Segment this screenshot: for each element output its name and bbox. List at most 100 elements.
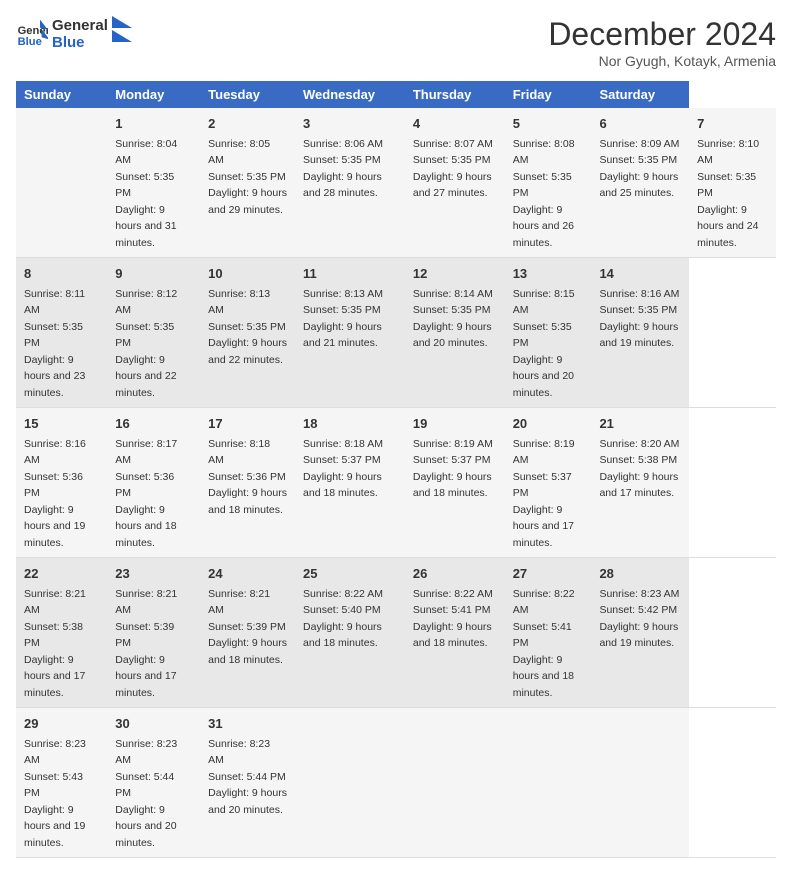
calendar-table: SundayMondayTuesdayWednesdayThursdayFrid… (16, 81, 776, 858)
calendar-cell: 21 Sunrise: 8:20 AMSunset: 5:38 PMDaylig… (591, 408, 689, 558)
calendar-subtitle: Nor Gyugh, Kotayk, Armenia (548, 53, 776, 69)
calendar-cell: 29 Sunrise: 8:23 AMSunset: 5:43 PMDaylig… (16, 708, 107, 858)
header-day: Saturday (591, 81, 689, 108)
day-info: Sunrise: 8:14 AMSunset: 5:35 PMDaylight:… (413, 288, 493, 350)
header-day: Wednesday (295, 81, 405, 108)
day-number: 9 (115, 264, 192, 284)
calendar-cell: 31 Sunrise: 8:23 AMSunset: 5:44 PMDaylig… (200, 708, 295, 858)
day-info: Sunrise: 8:22 AMSunset: 5:40 PMDaylight:… (303, 588, 383, 650)
day-number: 14 (599, 264, 681, 284)
day-number: 17 (208, 414, 287, 434)
calendar-cell: 26 Sunrise: 8:22 AMSunset: 5:41 PMDaylig… (405, 558, 505, 708)
day-info: Sunrise: 8:23 AMSunset: 5:44 PMDaylight:… (208, 738, 287, 816)
day-info: Sunrise: 8:18 AMSunset: 5:36 PMDaylight:… (208, 438, 287, 516)
calendar-cell: 8 Sunrise: 8:11 AMSunset: 5:35 PMDayligh… (16, 258, 107, 408)
day-number: 11 (303, 264, 397, 284)
svg-text:Blue: Blue (18, 36, 42, 48)
day-info: Sunrise: 8:19 AMSunset: 5:37 PMDaylight:… (413, 438, 493, 500)
calendar-week-row: 8 Sunrise: 8:11 AMSunset: 5:35 PMDayligh… (16, 258, 776, 408)
calendar-cell: 25 Sunrise: 8:22 AMSunset: 5:40 PMDaylig… (295, 558, 405, 708)
calendar-body: 1 Sunrise: 8:04 AMSunset: 5:35 PMDayligh… (16, 108, 776, 858)
calendar-cell: 2 Sunrise: 8:05 AMSunset: 5:35 PMDayligh… (200, 108, 295, 258)
calendar-header: SundayMondayTuesdayWednesdayThursdayFrid… (16, 81, 776, 108)
calendar-cell: 6 Sunrise: 8:09 AMSunset: 5:35 PMDayligh… (591, 108, 689, 258)
day-number: 15 (24, 414, 99, 434)
day-number: 21 (599, 414, 681, 434)
calendar-cell: 15 Sunrise: 8:16 AMSunset: 5:36 PMDaylig… (16, 408, 107, 558)
header: General Blue General Blue December 2024 … (16, 16, 776, 69)
calendar-cell: 16 Sunrise: 8:17 AMSunset: 5:36 PMDaylig… (107, 408, 200, 558)
calendar-cell: 30 Sunrise: 8:23 AMSunset: 5:44 PMDaylig… (107, 708, 200, 858)
day-number: 8 (24, 264, 99, 284)
day-info: Sunrise: 8:22 AMSunset: 5:41 PMDaylight:… (513, 588, 575, 699)
calendar-cell: 9 Sunrise: 8:12 AMSunset: 5:35 PMDayligh… (107, 258, 200, 408)
day-info: Sunrise: 8:21 AMSunset: 5:39 PMDaylight:… (208, 588, 287, 666)
header-day: Tuesday (200, 81, 295, 108)
day-info: Sunrise: 8:07 AMSunset: 5:35 PMDaylight:… (413, 138, 493, 200)
day-number: 22 (24, 564, 99, 584)
day-number: 4 (413, 114, 497, 134)
calendar-cell: 14 Sunrise: 8:16 AMSunset: 5:35 PMDaylig… (591, 258, 689, 408)
day-number: 30 (115, 714, 192, 734)
calendar-cell: 11 Sunrise: 8:13 AMSunset: 5:35 PMDaylig… (295, 258, 405, 408)
calendar-cell: 23 Sunrise: 8:21 AMSunset: 5:39 PMDaylig… (107, 558, 200, 708)
day-info: Sunrise: 8:11 AMSunset: 5:35 PMDaylight:… (24, 288, 85, 399)
title-area: December 2024 Nor Gyugh, Kotayk, Armenia (548, 16, 776, 69)
day-number: 20 (513, 414, 584, 434)
day-info: Sunrise: 8:12 AMSunset: 5:35 PMDaylight:… (115, 288, 177, 399)
day-info: Sunrise: 8:13 AMSunset: 5:35 PMDaylight:… (208, 288, 287, 366)
day-number: 25 (303, 564, 397, 584)
day-number: 2 (208, 114, 287, 134)
day-number: 16 (115, 414, 192, 434)
calendar-cell: 24 Sunrise: 8:21 AMSunset: 5:39 PMDaylig… (200, 558, 295, 708)
calendar-cell (16, 108, 107, 258)
header-day: Friday (505, 81, 592, 108)
day-info: Sunrise: 8:23 AMSunset: 5:42 PMDaylight:… (599, 588, 679, 650)
logo: General Blue General Blue (16, 16, 132, 52)
day-info: Sunrise: 8:23 AMSunset: 5:43 PMDaylight:… (24, 738, 86, 849)
header-day: Thursday (405, 81, 505, 108)
calendar-week-row: 29 Sunrise: 8:23 AMSunset: 5:43 PMDaylig… (16, 708, 776, 858)
day-number: 29 (24, 714, 99, 734)
header-row: SundayMondayTuesdayWednesdayThursdayFrid… (16, 81, 776, 108)
logo-arrow-icon (112, 16, 132, 52)
day-info: Sunrise: 8:20 AMSunset: 5:38 PMDaylight:… (599, 438, 679, 500)
day-number: 3 (303, 114, 397, 134)
calendar-cell: 20 Sunrise: 8:19 AMSunset: 5:37 PMDaylig… (505, 408, 592, 558)
day-info: Sunrise: 8:16 AMSunset: 5:35 PMDaylight:… (599, 288, 679, 350)
day-number: 7 (697, 114, 768, 134)
calendar-cell (295, 708, 405, 858)
day-number: 24 (208, 564, 287, 584)
day-info: Sunrise: 8:10 AMSunset: 5:35 PMDaylight:… (697, 138, 759, 249)
calendar-cell: 22 Sunrise: 8:21 AMSunset: 5:38 PMDaylig… (16, 558, 107, 708)
day-info: Sunrise: 8:08 AMSunset: 5:35 PMDaylight:… (513, 138, 575, 249)
header-day: Sunday (16, 81, 107, 108)
calendar-cell: 7 Sunrise: 8:10 AMSunset: 5:35 PMDayligh… (689, 108, 776, 258)
calendar-cell: 28 Sunrise: 8:23 AMSunset: 5:42 PMDaylig… (591, 558, 689, 708)
logo-general: General (52, 17, 108, 34)
day-number: 6 (599, 114, 681, 134)
calendar-cell: 17 Sunrise: 8:18 AMSunset: 5:36 PMDaylig… (200, 408, 295, 558)
day-number: 27 (513, 564, 584, 584)
day-info: Sunrise: 8:21 AMSunset: 5:39 PMDaylight:… (115, 588, 177, 699)
calendar-title: December 2024 (548, 16, 776, 53)
calendar-cell (591, 708, 689, 858)
calendar-cell: 5 Sunrise: 8:08 AMSunset: 5:35 PMDayligh… (505, 108, 592, 258)
logo-blue: Blue (52, 34, 108, 51)
calendar-cell: 3 Sunrise: 8:06 AMSunset: 5:35 PMDayligh… (295, 108, 405, 258)
day-number: 13 (513, 264, 584, 284)
day-info: Sunrise: 8:06 AMSunset: 5:35 PMDaylight:… (303, 138, 383, 200)
calendar-week-row: 1 Sunrise: 8:04 AMSunset: 5:35 PMDayligh… (16, 108, 776, 258)
calendar-cell: 1 Sunrise: 8:04 AMSunset: 5:35 PMDayligh… (107, 108, 200, 258)
day-info: Sunrise: 8:23 AMSunset: 5:44 PMDaylight:… (115, 738, 177, 849)
day-info: Sunrise: 8:16 AMSunset: 5:36 PMDaylight:… (24, 438, 86, 549)
day-number: 28 (599, 564, 681, 584)
calendar-week-row: 22 Sunrise: 8:21 AMSunset: 5:38 PMDaylig… (16, 558, 776, 708)
calendar-cell (405, 708, 505, 858)
calendar-cell: 13 Sunrise: 8:15 AMSunset: 5:35 PMDaylig… (505, 258, 592, 408)
day-number: 5 (513, 114, 584, 134)
day-info: Sunrise: 8:21 AMSunset: 5:38 PMDaylight:… (24, 588, 86, 699)
day-number: 31 (208, 714, 287, 734)
day-info: Sunrise: 8:19 AMSunset: 5:37 PMDaylight:… (513, 438, 575, 549)
day-info: Sunrise: 8:18 AMSunset: 5:37 PMDaylight:… (303, 438, 383, 500)
